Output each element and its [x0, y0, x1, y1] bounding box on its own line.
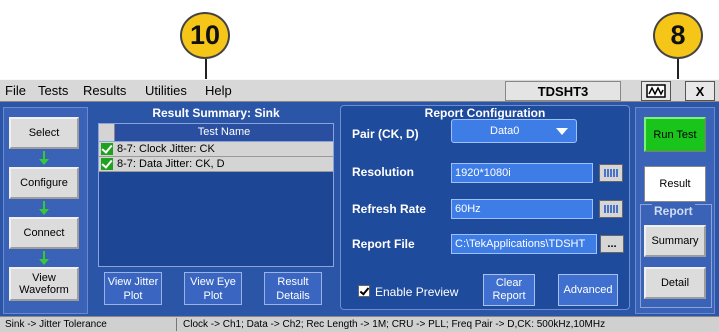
pair-value: Data0: [490, 125, 520, 137]
clear-report-button[interactable]: Clear Report: [483, 274, 535, 306]
row-test-name: 8-7: Clock Jitter: CK: [117, 143, 215, 155]
report-file-field[interactable]: C:\TekApplications\TDSHT: [451, 234, 597, 254]
callout-8: 8: [653, 12, 703, 59]
view-jitter-plot-button[interactable]: View Jitter Plot: [104, 272, 162, 305]
status-config: Clock -> Ch1; Data -> Ch2; Rec Length ->…: [183, 319, 606, 330]
nav-arrow-icon: [39, 251, 49, 265]
callout-10: 10: [180, 12, 230, 59]
detail-button[interactable]: Detail: [644, 267, 706, 299]
resolution-label: Resolution: [352, 165, 414, 179]
report-file-label: Report File: [352, 237, 415, 251]
connect-button[interactable]: Connect: [9, 217, 79, 249]
refresh-rate-label: Refresh Rate: [352, 202, 427, 216]
status-separator: [176, 318, 177, 331]
status-test-path: Sink -> Jitter Tolerance: [5, 319, 107, 330]
browse-button[interactable]: ...: [600, 235, 624, 253]
report-config-title: Report Configuration: [424, 106, 546, 120]
run-test-button[interactable]: Run Test: [644, 117, 706, 152]
view-waveform-button[interactable]: View Waveform: [9, 267, 79, 301]
menu-utilities[interactable]: Utilities: [145, 83, 187, 98]
close-button[interactable]: X: [685, 81, 715, 101]
row-test-name: 8-7: Data Jitter: CK, D: [117, 158, 225, 170]
select-all-cell[interactable]: [99, 124, 115, 141]
view-eye-plot-button[interactable]: View Eye Plot: [184, 272, 242, 305]
row-checkbox[interactable]: [101, 142, 113, 155]
nav-arrow-icon: [39, 201, 49, 215]
result-summary-title: Result Summary: Sink: [152, 106, 280, 120]
chevron-down-icon: [556, 128, 568, 135]
table-header: Test Name: [99, 124, 333, 142]
menu-help[interactable]: Help: [205, 83, 232, 98]
configure-button[interactable]: Configure: [9, 167, 79, 199]
enable-preview-checkbox[interactable]: [358, 285, 370, 297]
waveform-icon: [646, 84, 666, 98]
menu-file[interactable]: File: [5, 83, 26, 98]
report-group-label: Report: [652, 204, 695, 218]
result-summary-table: Test Name 8-7: Clock Jitter: CK 8-7: Dat…: [98, 123, 334, 267]
keypad-icon[interactable]: [599, 200, 623, 218]
app-title: TDSHT3: [505, 81, 621, 101]
result-details-button[interactable]: Result Details: [264, 272, 322, 305]
menu-bar: File Tests Results Utilities Help TDSHT3…: [0, 79, 719, 102]
refresh-rate-field[interactable]: 60Hz: [451, 199, 593, 219]
summary-button[interactable]: Summary: [644, 225, 706, 257]
enable-preview-label: Enable Preview: [375, 285, 459, 299]
pair-label: Pair (CK, D): [352, 127, 419, 141]
nav-arrow-icon: [39, 151, 49, 165]
keypad-icon[interactable]: [599, 164, 623, 182]
table-row[interactable]: 8-7: Data Jitter: CK, D: [99, 157, 333, 172]
column-header-test-name: Test Name: [197, 126, 251, 138]
pair-dropdown[interactable]: Data0: [451, 119, 577, 143]
waveform-view-button[interactable]: [641, 81, 671, 101]
advanced-button[interactable]: Advanced: [558, 274, 618, 306]
select-button[interactable]: Select: [9, 117, 79, 149]
row-checkbox[interactable]: [101, 157, 113, 170]
menu-results[interactable]: Results: [83, 83, 126, 98]
result-button[interactable]: Result: [644, 166, 706, 202]
menu-tests[interactable]: Tests: [38, 83, 68, 98]
resolution-field[interactable]: 1920*1080i: [451, 163, 593, 183]
table-row[interactable]: 8-7: Clock Jitter: CK: [99, 142, 333, 157]
status-bar: Sink -> Jitter Tolerance Clock -> Ch1; D…: [0, 316, 719, 332]
